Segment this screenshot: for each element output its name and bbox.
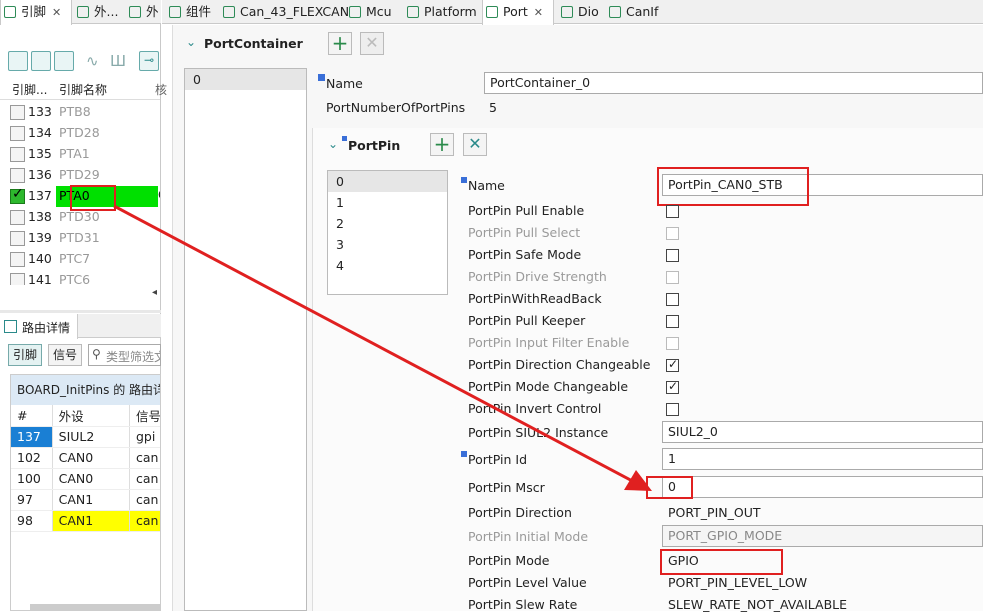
- annotation-arrow: [113, 204, 652, 491]
- arrow-line: [113, 204, 639, 486]
- arrow-head: [624, 470, 652, 491]
